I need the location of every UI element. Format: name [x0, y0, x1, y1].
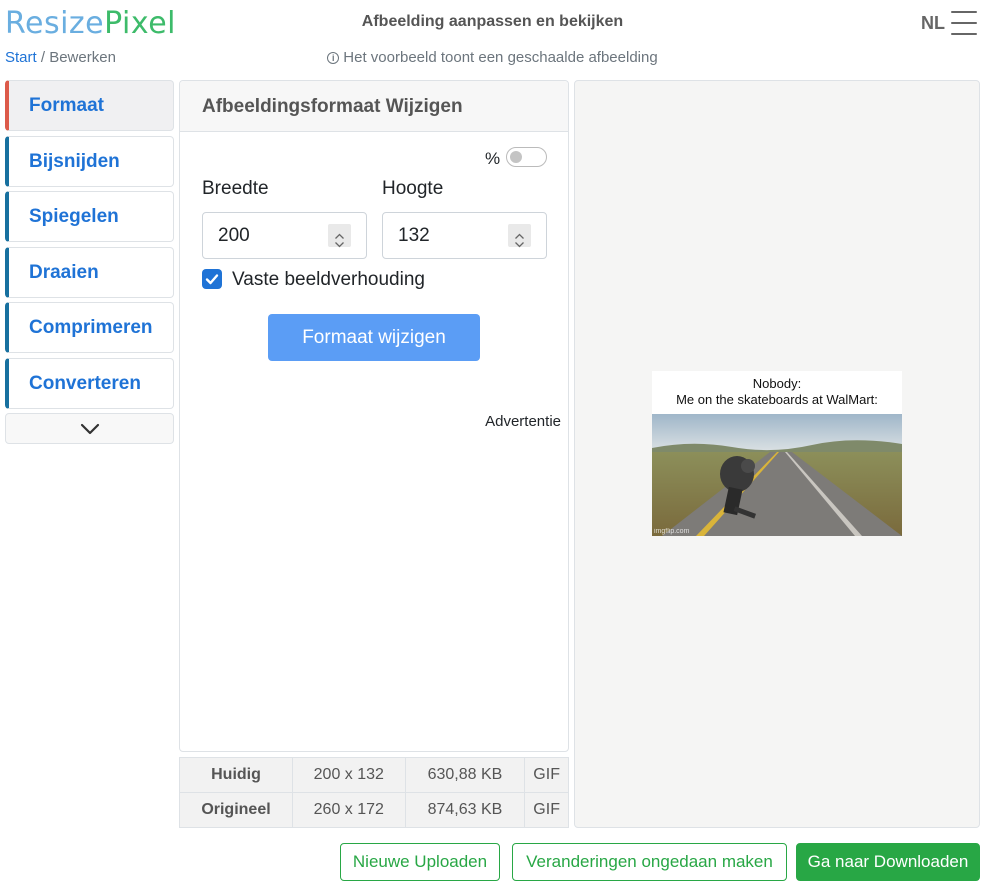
language-selector[interactable]: NL [921, 13, 945, 34]
go-to-download-button[interactable]: Ga naar Downloaden [796, 843, 980, 881]
dimensions-cell: 260 x 172 [292, 792, 406, 828]
dimensions-cell: 200 x 132 [292, 757, 406, 793]
table-row: Origineel 260 x 172 874,63 KB GIF [179, 792, 569, 828]
format-cell: GIF [524, 792, 569, 828]
meme-caption: Nobody: Me on the skateboards at WalMart… [652, 371, 902, 414]
width-value: 200 [218, 225, 250, 246]
logo[interactable]: ResizePixel [5, 4, 176, 44]
filesize-cell: 630,88 KB [404, 757, 526, 793]
watermark-text: imgflip.com [654, 528, 690, 535]
chevron-down-icon [80, 423, 99, 434]
hamburger-menu-icon[interactable] [951, 11, 977, 35]
aspect-ratio-checkbox[interactable] [202, 269, 222, 289]
filesize-cell: 874,63 KB [404, 792, 526, 828]
aspect-ratio-label[interactable]: Vaste beeldverhouding [232, 269, 425, 291]
advertisement-label: Advertentie [485, 413, 561, 430]
breadcrumb-separator: / [36, 49, 50, 66]
sidebar-item-formaat[interactable]: Formaat [5, 80, 174, 131]
breadcrumb-home-link[interactable]: Start [5, 49, 37, 66]
sidebar-item-comprimeren[interactable]: Comprimeren [5, 302, 174, 353]
breadcrumb: Start / Bewerken [5, 49, 116, 66]
sidebar-item-converteren[interactable]: Converteren [5, 357, 174, 409]
preview-notice-text: Het voorbeeld toont een geschaalde afbee… [343, 49, 658, 66]
breadcrumb-current: Bewerken [49, 49, 116, 66]
logo-part-1: Resize [5, 6, 105, 41]
height-input[interactable]: 132 [382, 212, 547, 259]
upload-new-button[interactable]: Nieuwe Uploaden [340, 843, 500, 881]
stepper-arrows-icon [515, 233, 524, 248]
sidebar-item-draaien[interactable]: Draaien [5, 246, 174, 298]
format-cell: GIF [524, 757, 569, 793]
menu-bar [951, 33, 977, 35]
panel-title: Afbeeldingsformaat Wijzigen [180, 81, 568, 132]
checkmark-icon [205, 274, 219, 285]
height-stepper[interactable] [508, 224, 531, 248]
preview-image: Nobody: Me on the skateboards at WalMart… [652, 371, 902, 536]
image-info-table: Huidig 200 x 132 630,88 KB GIF Origineel… [179, 757, 569, 828]
image-preview-panel: Nobody: Me on the skateboards at WalMart… [574, 80, 980, 828]
logo-part-2: Pixel [104, 6, 177, 41]
width-label: Breedte [202, 178, 269, 199]
undo-changes-button[interactable]: Veranderingen ongedaan maken [512, 843, 787, 881]
sidebar-item-spiegelen[interactable]: Spiegelen [5, 191, 174, 242]
preview-notice: i Het voorbeeld toont een geschaalde afbe… [300, 49, 685, 66]
sidebar: Formaat Bijsnijden Spiegelen Draaien Com… [5, 80, 174, 444]
sidebar-more-button[interactable] [5, 413, 174, 444]
caption-line-1: Nobody: [752, 376, 802, 391]
sidebar-item-bijsnijden[interactable]: Bijsnijden [5, 135, 174, 187]
row-label: Origineel [179, 792, 293, 828]
percent-label: % [485, 149, 501, 168]
page-title: Afbeelding aanpassen en bekijken [361, 13, 624, 30]
width-stepper[interactable] [328, 224, 351, 248]
resize-form-panel: Afbeeldingsformaat Wijzigen % Breedte Ho… [179, 80, 569, 752]
info-icon: i [327, 52, 340, 64]
road-scene-image: imgflip.com [652, 414, 902, 536]
toggle-knob [510, 151, 522, 163]
table-row: Huidig 200 x 132 630,88 KB GIF [179, 757, 569, 793]
menu-bar [951, 11, 977, 13]
percent-toggle[interactable] [506, 147, 547, 167]
height-value: 132 [398, 225, 430, 246]
width-input[interactable]: 200 [202, 212, 367, 259]
menu-bar [951, 22, 977, 24]
stepper-arrows-icon [335, 233, 344, 248]
caption-line-2: Me on the skateboards at WalMart: [676, 392, 878, 407]
resize-button[interactable]: Formaat wijzigen [268, 314, 480, 361]
height-label: Hoogte [382, 178, 444, 199]
row-label: Huidig [179, 757, 293, 793]
